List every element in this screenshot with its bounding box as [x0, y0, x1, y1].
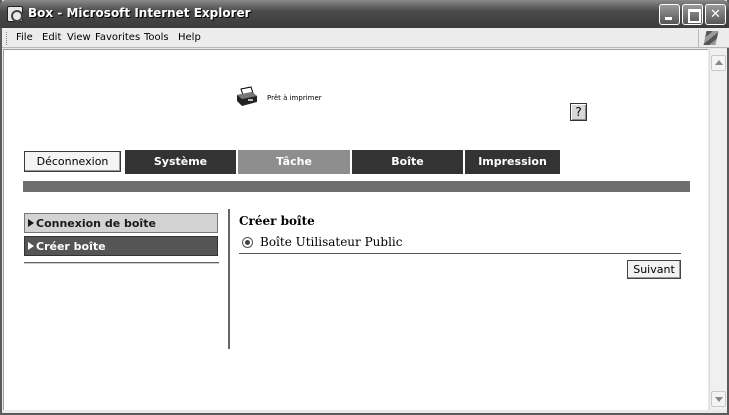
sidebar-item-label: Créer boîte [36, 240, 106, 253]
help-button[interactable]: ? [570, 103, 587, 121]
tab-print[interactable]: Impression [465, 150, 560, 174]
maximize-button[interactable] [682, 4, 703, 25]
menu-tools[interactable]: Tools [144, 32, 169, 43]
sidebar-item-create-box[interactable]: Créer boîte [24, 236, 218, 256]
panel-divider [239, 253, 681, 254]
sidebar-divider [24, 262, 219, 264]
printer-status: Prêt à imprimer [267, 94, 322, 102]
minimize-button[interactable] [659, 4, 680, 25]
next-button[interactable]: Suivant [627, 260, 681, 279]
printer-icon [237, 86, 257, 106]
tab-system[interactable]: Système [125, 150, 237, 174]
windows-flag-icon [698, 29, 722, 47]
menu-edit[interactable]: Edit [42, 32, 61, 43]
menu-favorites[interactable]: Favorites [95, 32, 140, 43]
internet-explorer-icon [7, 6, 23, 22]
menu-help[interactable]: Help [178, 32, 201, 43]
toolbar-grip[interactable] [6, 32, 8, 45]
vertical-divider [228, 209, 230, 349]
public-user-box-radio[interactable] [242, 237, 253, 248]
close-button[interactable]: ✕ [705, 4, 726, 25]
tab-task[interactable]: Tâche [238, 150, 351, 174]
menu-bar: File Edit View Favorites Tools Help [2, 28, 729, 48]
triangle-right-icon [28, 242, 34, 250]
public-user-box-label[interactable]: Boîte Utilisateur Public [260, 235, 402, 249]
page-content: Prêt à imprimer ? Déconnexion Système Tâ… [3, 49, 708, 410]
scroll-up-button[interactable] [711, 55, 726, 71]
menu-file[interactable]: File [16, 32, 33, 43]
sidebar-item-box-login[interactable]: Connexion de boîte [24, 213, 218, 233]
vertical-scrollbar[interactable] [709, 49, 727, 410]
menu-view[interactable]: View [67, 32, 91, 43]
triangle-right-icon [28, 219, 34, 227]
scroll-down-button[interactable] [711, 391, 726, 407]
sidebar-item-label: Connexion de boîte [36, 217, 156, 230]
window-title: Box - Microsoft Internet Explorer [28, 6, 251, 20]
tab-underline-bar [23, 181, 690, 192]
tab-box[interactable]: Boîte [352, 150, 464, 174]
title-bar: Box - Microsoft Internet Explorer ✕ [0, 0, 729, 28]
logout-button[interactable]: Déconnexion [24, 151, 121, 172]
panel-title: Créer boîte [239, 214, 315, 228]
browser-window: Box - Microsoft Internet Explorer ✕ File… [0, 0, 729, 415]
